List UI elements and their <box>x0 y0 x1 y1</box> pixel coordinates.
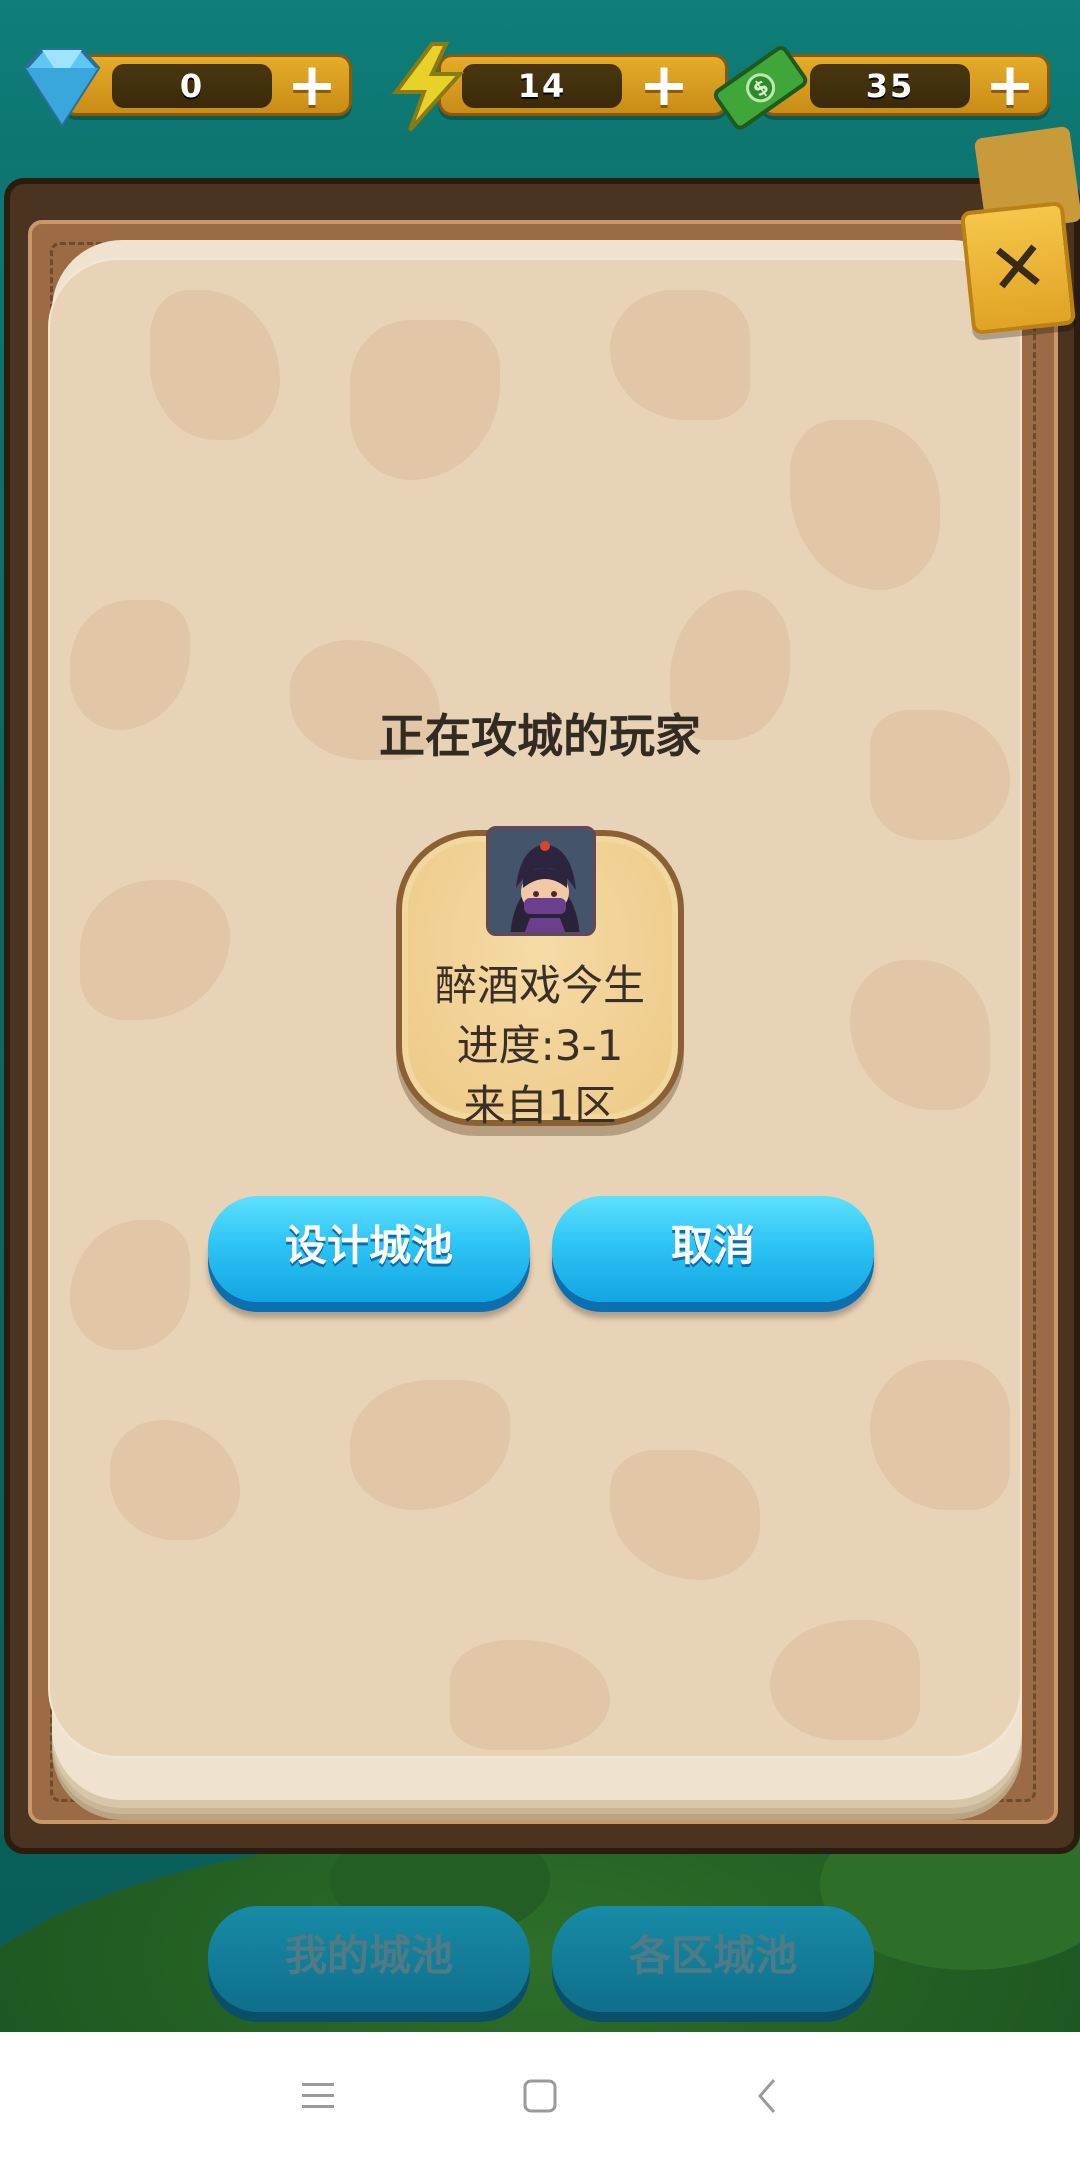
close-button[interactable]: ✕ <box>959 200 1077 336</box>
all-regions-castle-button: 各区城池 <box>552 1906 874 2012</box>
resource-cash: 35 + $ <box>710 46 1050 130</box>
lightning-icon <box>392 42 465 132</box>
player-region: 来自1区 <box>463 1081 617 1130</box>
paper-texture <box>870 1360 1010 1510</box>
paper-texture <box>610 290 750 420</box>
add-diamonds-button[interactable]: + <box>282 55 342 115</box>
close-icon: ✕ <box>984 224 1052 312</box>
diamond-count: 0 <box>112 64 272 108</box>
paper-texture <box>350 1380 510 1510</box>
dialog-title: 正在攻城的玩家 <box>379 709 701 763</box>
home-icon[interactable] <box>510 2066 570 2126</box>
design-castle-button[interactable]: 设计城池 <box>208 1196 530 1302</box>
resource-energy: 14 + <box>388 42 728 132</box>
player-name: 醉酒戏今生 <box>434 961 645 1010</box>
paper-texture <box>850 960 990 1110</box>
add-cash-button[interactable]: + <box>980 55 1040 115</box>
energy-count: 14 <box>462 64 622 108</box>
player-avatar <box>486 826 596 936</box>
add-energy-button[interactable]: + <box>634 55 694 115</box>
paper-texture <box>70 1220 190 1350</box>
paper-texture <box>790 420 940 590</box>
cash-count: 35 <box>810 64 970 108</box>
cancel-button[interactable]: 取消 <box>552 1196 874 1302</box>
paper-texture <box>80 880 230 1020</box>
paper-texture <box>770 1620 920 1740</box>
resource-diamonds: 0 + <box>12 48 352 128</box>
paper-texture <box>610 1450 760 1580</box>
paper-texture <box>450 1640 610 1750</box>
ninja-avatar-icon <box>490 830 592 932</box>
paper-texture <box>110 1420 240 1540</box>
resource-bar: 0 + 14 + 35 + $ <box>0 0 1080 160</box>
paper-texture <box>350 320 500 480</box>
paper-texture <box>150 290 280 440</box>
system-nav-bar <box>0 2032 1080 2160</box>
diamond-icon <box>23 48 101 128</box>
player-progress: 进度:3-1 <box>456 1021 624 1070</box>
my-castle-button: 我的城池 <box>208 1906 530 2012</box>
back-icon[interactable] <box>738 2066 798 2126</box>
cash-icon: $ <box>713 46 808 130</box>
menu-icon[interactable] <box>288 2066 348 2126</box>
